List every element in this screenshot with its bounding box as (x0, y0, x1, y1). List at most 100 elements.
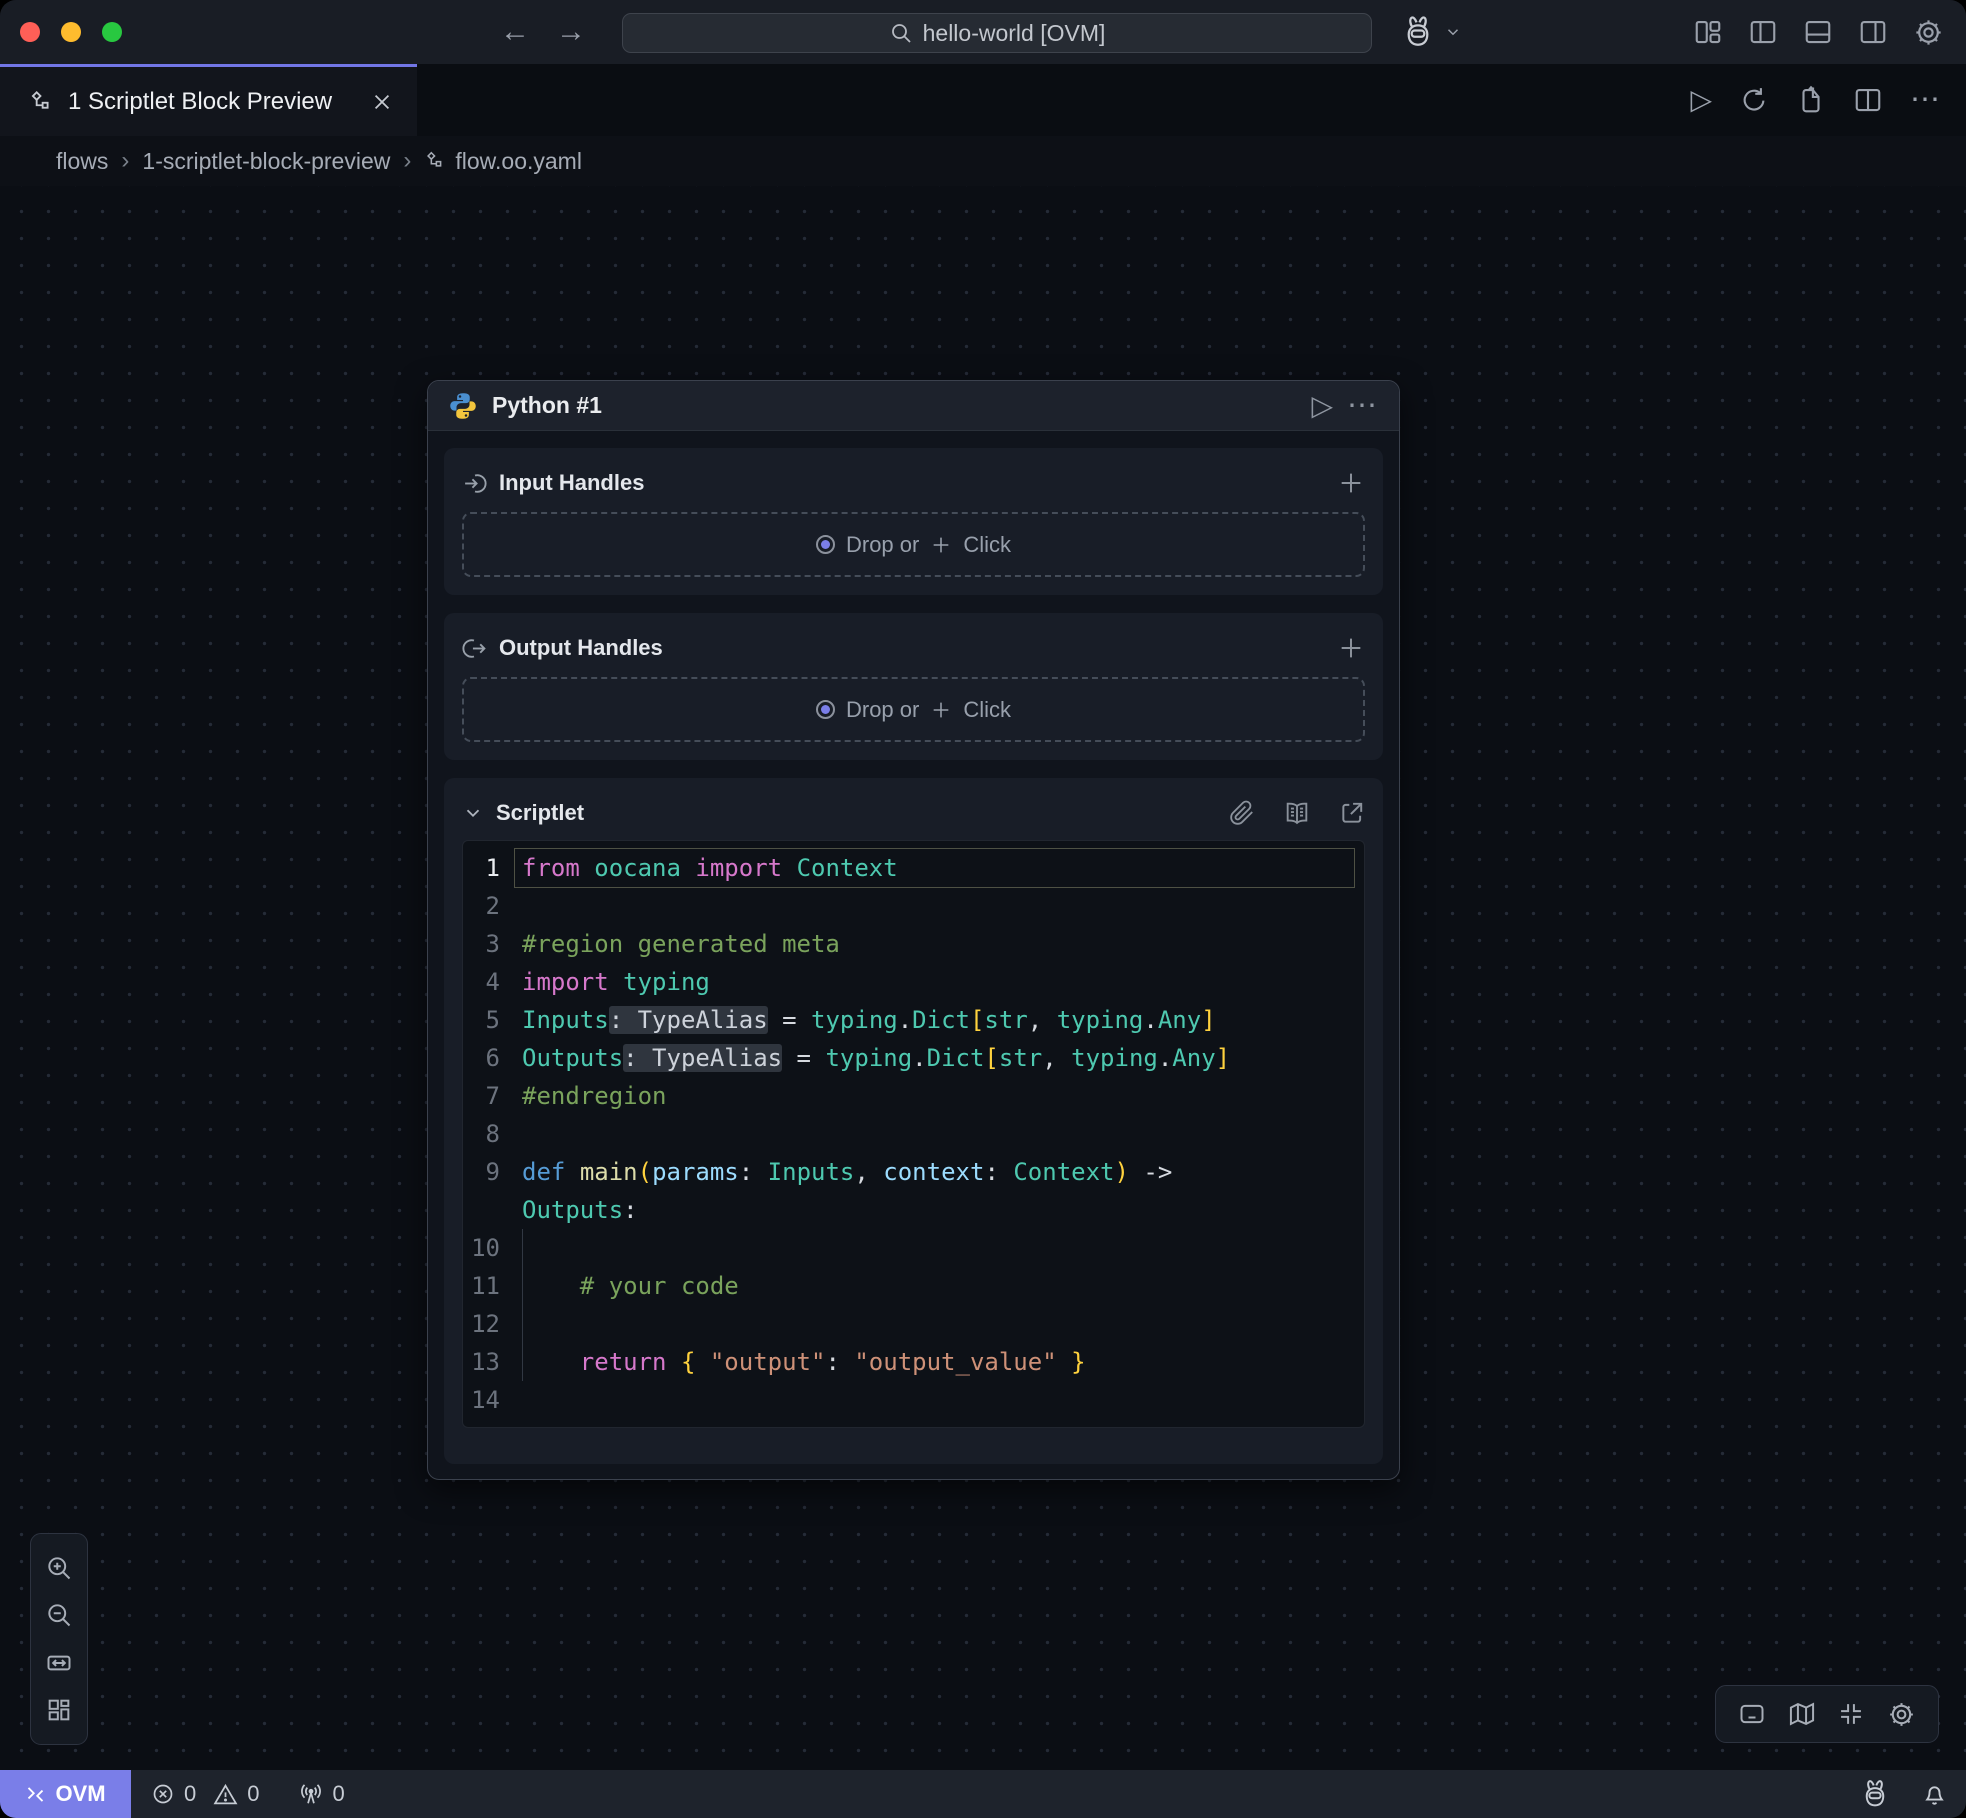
breadcrumb-item-folder[interactable]: 1-scriptlet-block-preview (142, 148, 390, 175)
tab-scriptlet-block-preview[interactable]: 1 Scriptlet Block Preview (0, 64, 417, 136)
output-handle-icon (462, 636, 487, 661)
flow-canvas[interactable]: Python #1 ▷ ⋯ Input Handles (0, 186, 1966, 1770)
output-dropzone[interactable]: Drop or Click (462, 677, 1365, 742)
minimap-icon[interactable] (1788, 1700, 1816, 1728)
remote-indicator[interactable]: OVM (0, 1770, 131, 1818)
remote-label: OVM (55, 1781, 105, 1807)
status-bar: OVM 0 0 (0, 1770, 1966, 1818)
run-flow-icon[interactable]: ▷ (1690, 86, 1712, 114)
notifications-bell-icon[interactable] (1921, 1781, 1948, 1808)
code-line[interactable]: 5Inputs: TypeAlias = typing.Dict[str, ty… (463, 1001, 1364, 1039)
forward-arrow-icon[interactable]: → (556, 15, 586, 49)
python-icon (448, 391, 478, 421)
settings-gear-icon[interactable] (1913, 17, 1944, 48)
node-header[interactable]: Python #1 ▷ ⋯ (428, 381, 1399, 431)
docs-book-icon[interactable] (1283, 799, 1311, 827)
customize-layout-icon[interactable] (1693, 17, 1723, 47)
scriptlet-section: Scriptlet (444, 778, 1383, 1464)
search-value: hello-world [OVM] (923, 20, 1106, 47)
input-dropzone[interactable]: Drop or Click (462, 512, 1365, 577)
more-actions-icon[interactable]: ⋯ (1910, 85, 1942, 115)
toggle-sidebar-left-icon[interactable] (1748, 17, 1778, 47)
toggle-panel-bottom-icon[interactable] (1738, 1700, 1766, 1728)
settings-gear-icon[interactable] (1887, 1700, 1916, 1729)
line-number: 14 (463, 1381, 515, 1419)
node-more-icon[interactable]: ⋯ (1347, 391, 1379, 421)
title-bar: ← → hello-world [OVM] (0, 0, 1966, 64)
code-line[interactable]: 2 (463, 887, 1364, 925)
minimize-window-button[interactable] (61, 22, 81, 42)
back-arrow-icon[interactable]: ← (500, 15, 530, 49)
open-external-icon[interactable] (1339, 800, 1365, 826)
input-handles-label: Input Handles (499, 470, 644, 496)
code-line[interactable]: 3#region generated meta (463, 925, 1364, 963)
code-lines: 1from oocana import Context23#region gen… (463, 849, 1364, 1419)
code-line[interactable]: 11 # your code (463, 1267, 1364, 1305)
code-line[interactable]: 9def main(params: Inputs, context: Conte… (463, 1153, 1364, 1191)
breadcrumb-item-file[interactable]: flow.oo.yaml (424, 148, 582, 175)
open-preview-file-icon[interactable] (1796, 85, 1826, 115)
breadcrumb: flows › 1-scriptlet-block-preview › flow… (0, 136, 1966, 186)
search-icon (889, 21, 913, 45)
screenshot: ← → hello-world [OVM] (0, 0, 1966, 1818)
code-line[interactable]: 12 (463, 1305, 1364, 1343)
line-number: 8 (463, 1115, 515, 1153)
zoom-out-icon[interactable] (45, 1601, 73, 1629)
toggle-panel-icon[interactable] (1803, 17, 1833, 47)
dropzone-text: Click (963, 532, 1011, 558)
code-line[interactable]: 10 (463, 1229, 1364, 1267)
code-line[interactable]: 8 (463, 1115, 1364, 1153)
close-icon[interactable] (371, 91, 393, 113)
attach-icon[interactable] (1229, 800, 1255, 826)
close-window-button[interactable] (20, 22, 40, 42)
breadcrumb-file-label: flow.oo.yaml (455, 148, 582, 175)
line-number (463, 1191, 515, 1229)
command-center-search[interactable]: hello-world [OVM] (622, 13, 1372, 53)
add-output-handle-button[interactable] (1337, 634, 1365, 662)
remote-icon (25, 1784, 46, 1805)
breadcrumb-item-flows[interactable]: flows (56, 148, 108, 175)
node-body: Input Handles Drop or (428, 431, 1399, 1481)
tab-bar: 1 Scriptlet Block Preview ▷ (0, 64, 1966, 136)
zoom-in-icon[interactable] (45, 1554, 73, 1582)
input-handles-section: Input Handles Drop or (444, 448, 1383, 595)
code-line[interactable]: Outputs: (463, 1191, 1364, 1229)
canvas-zoom-toolbar (30, 1533, 88, 1745)
problems-indicator[interactable]: 0 0 (151, 1781, 260, 1807)
handle-dot-icon (816, 535, 835, 554)
code-editor[interactable]: 1from oocana import Context23#region gen… (462, 840, 1365, 1428)
errors-count: 0 (184, 1781, 196, 1807)
code-line[interactable]: 13 return { "output": "output_value" } (463, 1343, 1364, 1381)
warnings-count: 0 (247, 1781, 259, 1807)
line-number: 10 (463, 1229, 515, 1267)
flow-icon (424, 150, 446, 172)
run-node-icon[interactable]: ▷ (1311, 392, 1333, 420)
breadcrumb-separator: › (403, 147, 411, 175)
layout-grid-icon[interactable] (45, 1696, 73, 1724)
line-number: 9 (463, 1153, 515, 1191)
ports-indicator[interactable]: 0 (298, 1781, 345, 1807)
flow-icon (28, 89, 54, 115)
input-handle-icon (462, 471, 487, 496)
app-menu[interactable] (1400, 0, 1462, 64)
plus-icon (930, 534, 952, 556)
line-number: 5 (463, 1001, 515, 1039)
toggle-sidebar-right-icon[interactable] (1858, 17, 1888, 47)
split-editor-icon[interactable] (1853, 85, 1883, 115)
line-number: 12 (463, 1305, 515, 1343)
chevron-down-icon[interactable] (462, 802, 484, 824)
maximize-window-button[interactable] (102, 22, 122, 42)
code-line[interactable]: 14 (463, 1381, 1364, 1419)
rerun-icon[interactable] (1739, 85, 1769, 115)
fit-width-icon[interactable] (45, 1649, 73, 1677)
code-line[interactable]: 4import typing (463, 963, 1364, 1001)
add-input-handle-button[interactable] (1337, 469, 1365, 497)
collapse-center-icon[interactable] (1837, 1700, 1865, 1728)
code-line[interactable]: 6Outputs: TypeAlias = typing.Dict[str, t… (463, 1039, 1364, 1077)
canvas-view-toolbar (1715, 1685, 1939, 1743)
code-line[interactable]: 7#endregion (463, 1077, 1364, 1115)
node-python-1[interactable]: Python #1 ▷ ⋯ Input Handles (427, 380, 1400, 1480)
code-line[interactable]: 1from oocana import Context (463, 849, 1364, 887)
rabbit-logo-icon[interactable] (1859, 1778, 1891, 1810)
ports-count: 0 (333, 1781, 345, 1807)
